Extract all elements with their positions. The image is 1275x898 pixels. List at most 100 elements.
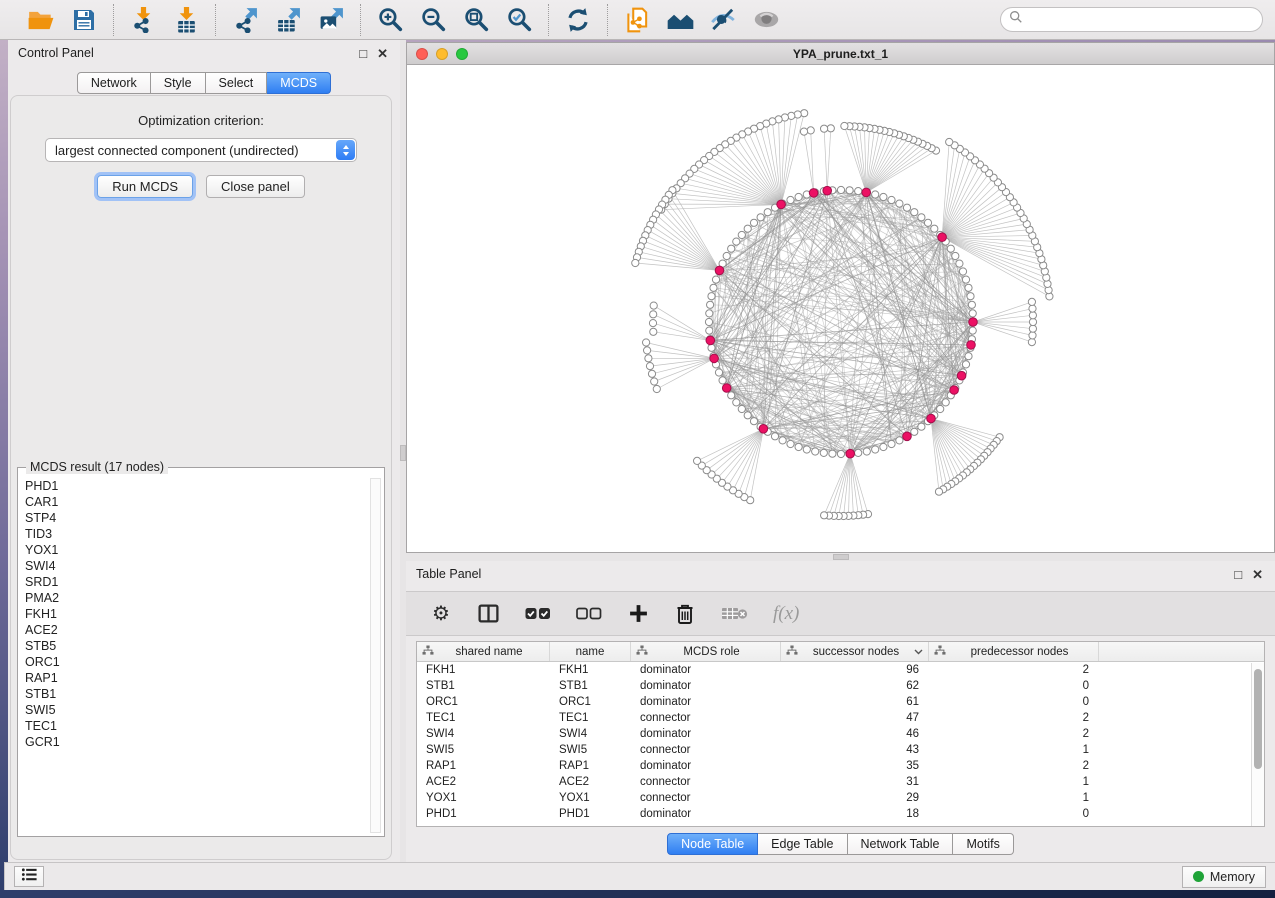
network-node[interactable] [942, 399, 949, 406]
export-table-icon[interactable] [273, 5, 303, 35]
network-node[interactable] [707, 301, 714, 308]
mcds-result-item[interactable]: STB5 [25, 638, 382, 654]
network-node[interactable] [952, 252, 959, 259]
mcds-result-item[interactable]: GCR1 [25, 734, 382, 750]
network-node[interactable] [632, 259, 639, 266]
network-node[interactable] [962, 276, 969, 283]
mcds-result-item[interactable]: ORC1 [25, 654, 382, 670]
tab-network[interactable]: Network [77, 72, 151, 94]
network-node[interactable] [757, 214, 764, 221]
network-node[interactable] [719, 377, 726, 384]
table-panel-float-icon[interactable]: □ [1234, 568, 1242, 581]
tab-select[interactable]: Select [206, 72, 268, 94]
network-hub-node[interactable] [722, 384, 731, 393]
table-row[interactable]: SWI4SWI4dominator462 [417, 726, 1264, 742]
network-node[interactable] [705, 318, 712, 325]
network-hub-node[interactable] [777, 200, 786, 209]
network-node[interactable] [820, 449, 827, 456]
network-node[interactable] [812, 448, 819, 455]
horizontal-splitter[interactable] [406, 553, 1275, 561]
add-column-icon[interactable] [627, 601, 649, 627]
mcds-result-item[interactable]: STP4 [25, 510, 382, 526]
import-table-icon[interactable] [171, 5, 201, 35]
mcds-result-scrollbar[interactable] [370, 478, 381, 833]
tab-edge-table[interactable]: Edge Table [758, 833, 847, 855]
tab-motifs[interactable]: Motifs [953, 833, 1013, 855]
zoom-fit-icon[interactable] [461, 5, 491, 35]
network-hub-node[interactable] [706, 336, 715, 345]
network-node[interactable] [744, 412, 751, 419]
network-node[interactable] [829, 450, 836, 457]
network-node[interactable] [855, 449, 862, 456]
network-node[interactable] [800, 128, 807, 135]
table-row[interactable]: PHD1PHD1dominator180 [417, 806, 1264, 822]
network-node[interactable] [968, 301, 975, 308]
network-node[interactable] [733, 238, 740, 245]
close-panel-button[interactable]: Close panel [206, 175, 305, 198]
network-node[interactable] [787, 196, 794, 203]
network-node[interactable] [645, 355, 652, 362]
search-box[interactable] [1000, 7, 1263, 32]
network-node[interactable] [841, 122, 848, 129]
network-hub-node[interactable] [957, 371, 966, 380]
window-close-icon[interactable] [416, 48, 428, 60]
network-hub-node[interactable] [903, 432, 912, 441]
network-node[interactable] [1028, 298, 1035, 305]
tab-mcds[interactable]: MCDS [267, 72, 331, 94]
table-row[interactable]: STB1STB1dominator620 [417, 678, 1264, 694]
network-node[interactable] [779, 437, 786, 444]
network-node[interactable] [648, 370, 655, 377]
network-node[interactable] [744, 225, 751, 232]
network-node[interactable] [918, 423, 925, 430]
show-details-icon[interactable] [751, 5, 781, 35]
network-node[interactable] [771, 433, 778, 440]
network-node[interactable] [937, 405, 944, 412]
network-node[interactable] [643, 339, 650, 346]
column-header-name[interactable]: name [550, 642, 631, 661]
hide-selected-icon[interactable] [708, 5, 738, 35]
network-node[interactable] [646, 363, 653, 370]
export-image-icon[interactable] [316, 5, 346, 35]
select-all-icon[interactable] [525, 601, 551, 627]
network-hub-node[interactable] [927, 414, 936, 423]
network-node[interactable] [723, 252, 730, 259]
network-node[interactable] [821, 125, 828, 132]
network-node[interactable] [650, 311, 657, 318]
function-builder-icon[interactable]: f(x) [773, 601, 799, 627]
network-graph[interactable] [407, 65, 1274, 552]
network-node[interactable] [801, 110, 808, 117]
mcds-result-item[interactable]: YOX1 [25, 542, 382, 558]
network-node[interactable] [706, 310, 713, 317]
network-node[interactable] [649, 320, 656, 327]
network-node[interactable] [728, 245, 735, 252]
network-node[interactable] [795, 193, 802, 200]
network-node[interactable] [872, 446, 879, 453]
network-hub-node[interactable] [862, 188, 871, 197]
window-minimize-icon[interactable] [436, 48, 448, 60]
network-node[interactable] [837, 186, 844, 193]
table-row[interactable]: RAP1RAP1dominator352 [417, 758, 1264, 774]
open-icon[interactable] [26, 5, 56, 35]
network-node[interactable] [911, 428, 918, 435]
network-node[interactable] [710, 284, 717, 291]
table-scrollbar[interactable] [1251, 663, 1264, 826]
network-node[interactable] [931, 225, 938, 232]
network-node[interactable] [738, 405, 745, 412]
network-node[interactable] [924, 219, 931, 226]
network-node[interactable] [708, 293, 715, 300]
network-node[interactable] [787, 440, 794, 447]
delete-column-icon[interactable] [674, 601, 696, 627]
dropdown-stepper-icon[interactable] [336, 140, 355, 160]
network-node[interactable] [821, 512, 828, 519]
network-node[interactable] [896, 437, 903, 444]
table-row[interactable]: TEC1TEC1connector472 [417, 710, 1264, 726]
network-node[interactable] [795, 443, 802, 450]
network-node[interactable] [880, 193, 887, 200]
mcds-result-item[interactable]: SRD1 [25, 574, 382, 590]
settings-gear-icon[interactable]: ⚙ [430, 601, 452, 627]
network-node[interactable] [712, 276, 719, 283]
network-node[interactable] [750, 418, 757, 425]
mcds-result-item[interactable]: PMA2 [25, 590, 382, 606]
window-maximize-icon[interactable] [456, 48, 468, 60]
column-layout-icon[interactable] [477, 601, 500, 627]
